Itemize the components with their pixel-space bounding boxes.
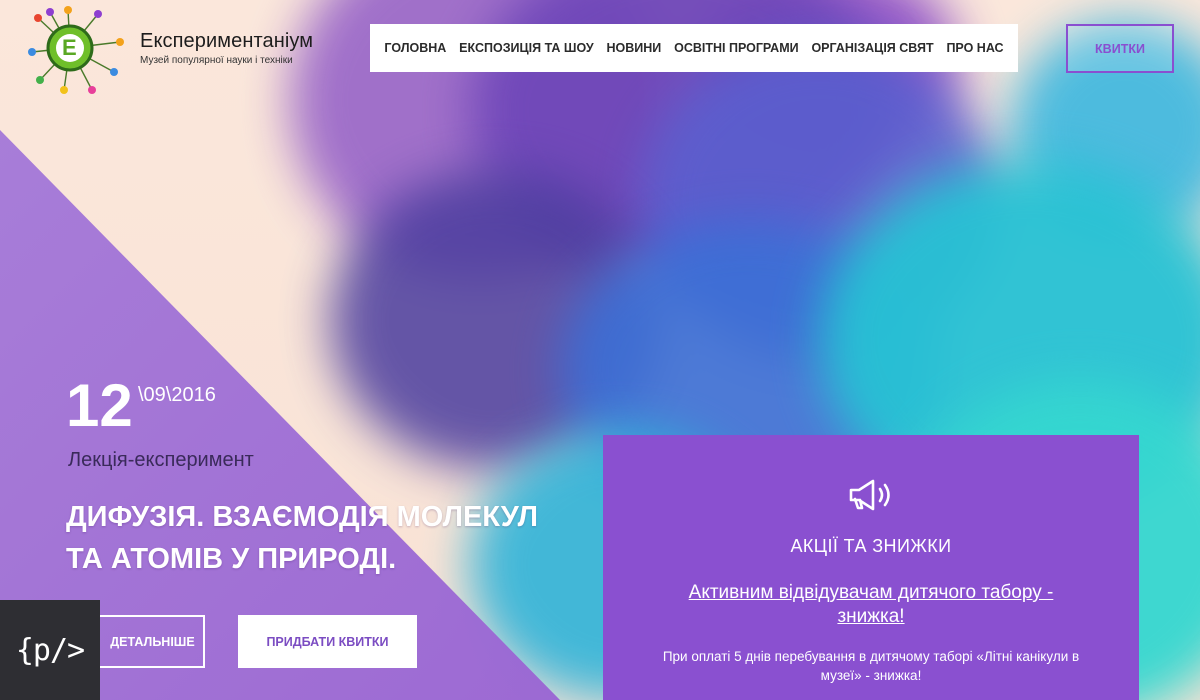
main-nav: ГОЛОВНА ЕКСПОЗИЦІЯ ТА ШОУ НОВИНИ ОСВІТНІ… xyxy=(370,24,1018,72)
code-badge[interactable]: {p/> xyxy=(0,600,100,700)
promo-card: АКЦІЇ ТА ЗНИЖКИ Активним відвідувачам ди… xyxy=(603,435,1139,700)
event-type: Лекція-експеримент xyxy=(68,449,254,471)
nav-item-education[interactable]: ОСВІТНІ ПРОГРАМИ xyxy=(674,41,799,55)
promo-text: При оплаті 5 днів перебування в дитячому… xyxy=(662,649,1080,683)
nav-item-exposition[interactable]: ЕКСПОЗИЦІЯ ТА ШОУ xyxy=(459,41,594,55)
megaphone-icon xyxy=(849,479,890,511)
nav-item-about[interactable]: ПРО НАС xyxy=(946,41,1003,55)
promo-link[interactable]: Активним відвідувачам дитячого табору - … xyxy=(663,581,1079,629)
promo-heading: АКЦІЇ ТА ЗНИЖКИ xyxy=(790,536,952,556)
logo-molecule-icon xyxy=(28,6,124,94)
tickets-button[interactable]: КВИТКИ xyxy=(1066,24,1174,73)
event-title: ДИФУЗІЯ. ВЗАЄМОДІЯ МОЛЕКУЛ ТА АТОМІВ У П… xyxy=(66,496,566,580)
nav-item-news[interactable]: НОВИНИ xyxy=(607,41,662,55)
nav-item-home[interactable]: ГОЛОВНА xyxy=(384,41,446,55)
brand-tagline: Музей популярної науки і техніки xyxy=(140,55,293,66)
event-month-year: \09\2016 xyxy=(138,384,216,406)
logo[interactable]: E xyxy=(28,6,126,94)
nav-item-parties[interactable]: ОРГАНІЗАЦІЯ СВЯТ xyxy=(811,41,933,55)
logo-letter: E xyxy=(62,35,77,60)
buy-tickets-button[interactable]: ПРИДБАТИ КВИТКИ xyxy=(238,615,417,668)
event-title-line-1: ДИФУЗІЯ. ВЗАЄМОДІЯ МОЛЕКУЛ xyxy=(66,501,539,533)
brand-name[interactable]: Експериментаніум xyxy=(140,30,313,53)
event-title-line-2: ТА АТОМІВ У ПРИРОДІ. xyxy=(66,543,397,575)
event-day: 12 xyxy=(66,372,133,439)
